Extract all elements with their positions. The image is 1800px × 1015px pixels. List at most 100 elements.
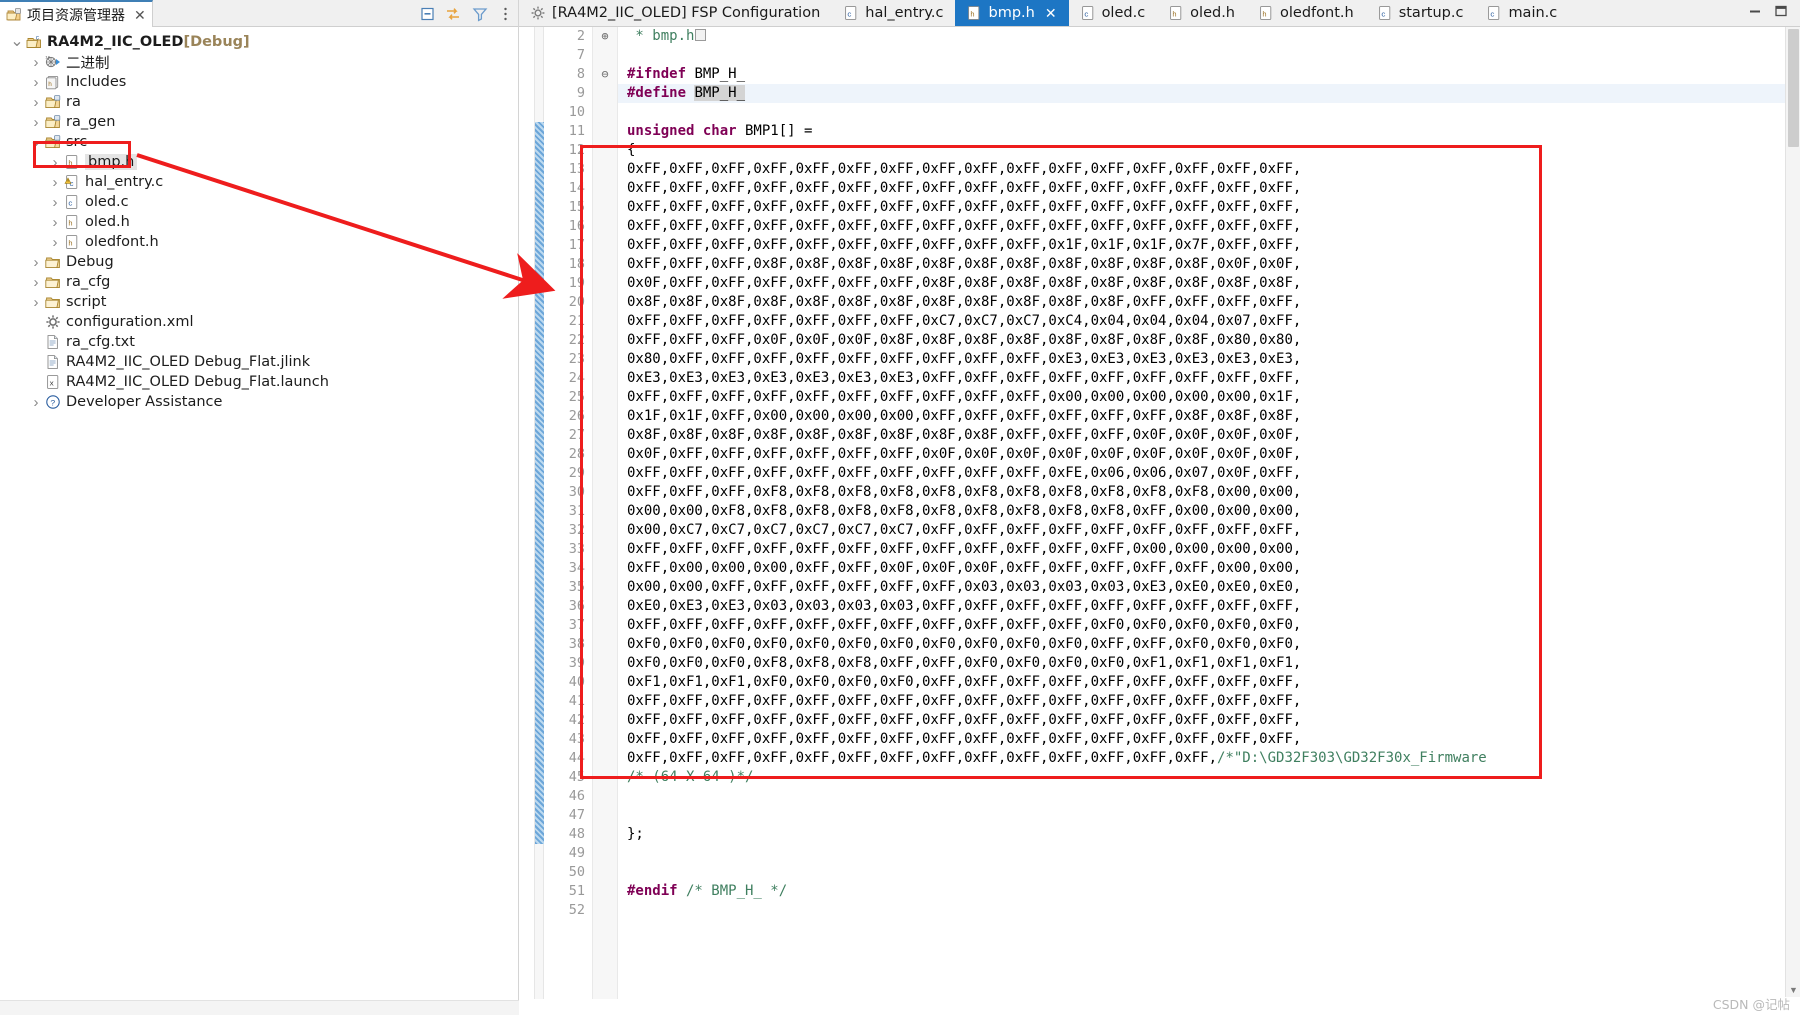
tree-item-ra-cfg[interactable]: › ra_cfg: [0, 272, 518, 292]
code-line[interactable]: [627, 806, 1800, 825]
code-line[interactable]: 0xFF,0xFF,0xFF,0xFF,0xFF,0xFF,0xFF,0xFF,…: [627, 540, 1800, 559]
chevron-right-icon[interactable]: ›: [47, 234, 63, 251]
tree-item-bmp-h[interactable]: › h bmp.h: [0, 152, 518, 172]
chevron-right-icon[interactable]: ›: [28, 54, 44, 71]
code-line[interactable]: 0xFF,0xFF,0xFF,0xFF,0xFF,0xFF,0xFF,0xFF,…: [627, 616, 1800, 635]
minimize-icon[interactable]: [1748, 4, 1762, 23]
code-line[interactable]: 0x8F,0x8F,0x8F,0x8F,0x8F,0x8F,0x8F,0x8F,…: [627, 426, 1800, 445]
editor-tabbar[interactable]: [RA4M2_IIC_OLED] FSP Configuration c hal_e…: [519, 0, 1800, 27]
code-line[interactable]: [627, 863, 1800, 882]
code-line[interactable]: 0xFF,0xFF,0xFF,0xFF,0xFF,0xFF,0xFF,0xFF,…: [627, 179, 1800, 198]
tree-item-developer-assistance[interactable]: ›? Developer Assistance: [0, 392, 518, 412]
editor-tab-oledfont-h[interactable]: h oledfont.h: [1247, 0, 1366, 26]
fold-expand-icon[interactable]: ⊕: [593, 27, 617, 46]
view-menu-icon[interactable]: [497, 5, 514, 22]
code-line[interactable]: 0xFF,0xFF,0xFF,0xFF,0xFF,0xFF,0xFF,0xFF,…: [627, 692, 1800, 711]
code-line[interactable]: 0xFF,0xFF,0xFF,0xF8,0xF8,0xF8,0xF8,0xF8,…: [627, 483, 1800, 502]
editor-tab-oled-c[interactable]: c oled.c: [1069, 0, 1158, 26]
code-line[interactable]: unsigned char BMP1[] =: [627, 122, 1800, 141]
scroll-thumb[interactable]: [1788, 29, 1799, 147]
code-line[interactable]: 0xFF,0xFF,0xFF,0xFF,0xFF,0xFF,0xFF,0xFF,…: [627, 464, 1800, 483]
chevron-right-icon[interactable]: ›: [28, 274, 44, 291]
tree-item-configuration-xml[interactable]: configuration.xml: [0, 312, 518, 332]
code-line[interactable]: };: [627, 825, 1800, 844]
code-line[interactable]: 0xE0,0xE3,0xE3,0x03,0x03,0x03,0x03,0xFF,…: [627, 597, 1800, 616]
project-tree[interactable]: ⌄ c RA4M2_IIC_OLED [Debug] › 10 二进制 › h Includes…: [0, 27, 518, 1015]
chevron-right-icon[interactable]: ›: [47, 194, 63, 211]
close-icon[interactable]: ✕: [1045, 6, 1057, 20]
code-line[interactable]: 0x00,0x00,0xFF,0xFF,0xFF,0xFF,0xFF,0xFF,…: [627, 578, 1800, 597]
code-line[interactable]: 0x0F,0xFF,0xFF,0xFF,0xFF,0xFF,0xFF,0x0F,…: [627, 445, 1800, 464]
chevron-down-icon[interactable]: ⌄: [28, 134, 44, 150]
tree-item-[interactable]: › 10 二进制: [0, 52, 518, 72]
code-line[interactable]: [627, 844, 1800, 863]
code-line[interactable]: 0xFF,0xFF,0xFF,0xFF,0xFF,0xFF,0xFF,0xFF,…: [627, 711, 1800, 730]
code-line[interactable]: #endif /* BMP_H_ */: [627, 882, 1800, 901]
code-line[interactable]: 0x00,0x00,0xF8,0xF8,0xF8,0xF8,0xF8,0xF8,…: [627, 502, 1800, 521]
code-line[interactable]: #define BMP_H_: [627, 84, 1800, 103]
tree-item-ra4m2-iic-oled-debug-flat-jlink[interactable]: RA4M2_IIC_OLED Debug_Flat.jlink: [0, 352, 518, 372]
tree-item-src[interactable]: ⌄ src: [0, 132, 518, 152]
code-line[interactable]: 0xFF,0xFF,0xFF,0xFF,0xFF,0xFF,0xFF,0xFF,…: [627, 730, 1800, 749]
code-line[interactable]: 0x8F,0x8F,0x8F,0x8F,0x8F,0x8F,0x8F,0x8F,…: [627, 293, 1800, 312]
project-explorer-hscrollbar[interactable]: [0, 1000, 519, 1015]
code-line[interactable]: 0xF1,0xF1,0xF1,0xF0,0xF0,0xF0,0xF0,0xFF,…: [627, 673, 1800, 692]
code-line[interactable]: 0xF0,0xF0,0xF0,0xF8,0xF8,0xF8,0xFF,0xFF,…: [627, 654, 1800, 673]
code-line[interactable]: 0xFF,0xFF,0xFF,0x0F,0x0F,0x0F,0x8F,0x8F,…: [627, 331, 1800, 350]
code-editor[interactable]: 2 7 8 9 10 11 12 13 14 15 16 17 18 19 20 21 22 23 24 25 26 27…: [519, 27, 1800, 1015]
close-icon[interactable]: ✕: [134, 8, 146, 22]
code-line[interactable]: [627, 46, 1800, 65]
tree-item-ra-cfg-txt[interactable]: ra_cfg.txt: [0, 332, 518, 352]
tree-item-includes[interactable]: › h Includes: [0, 72, 518, 92]
code-line[interactable]: {: [627, 141, 1800, 160]
editor-tab-ra4m2-iic-oled-fsp-configuration[interactable]: [RA4M2_IIC_OLED] FSP Configuration: [519, 0, 832, 26]
code-line[interactable]: 0xFF,0xFF,0xFF,0xFF,0xFF,0xFF,0xFF,0xFF,…: [627, 388, 1800, 407]
tree-item-ra4m2-iic-oled[interactable]: ⌄ c RA4M2_IIC_OLED [Debug]: [0, 32, 518, 52]
editor-folding-column[interactable]: ⊕ ⊖: [592, 27, 618, 1015]
code-line[interactable]: 0xE3,0xE3,0xE3,0xE3,0xE3,0xE3,0xE3,0xFF,…: [627, 369, 1800, 388]
tree-item-oled-h[interactable]: › h oled.h: [0, 212, 518, 232]
chevron-right-icon[interactable]: ›: [28, 94, 44, 111]
tree-item-script[interactable]: › script: [0, 292, 518, 312]
code-line[interactable]: 0xFF,0x00,0x00,0x00,0xFF,0xFF,0x0F,0x0F,…: [627, 559, 1800, 578]
tab-project-explorer[interactable]: 项目资源管理器 ✕: [0, 0, 153, 27]
code-line[interactable]: 0xFF,0xFF,0xFF,0xFF,0xFF,0xFF,0xFF,0xFF,…: [627, 749, 1800, 768]
code-line[interactable]: /* (64 X 64 )*/: [627, 768, 1800, 787]
editor-tab-startup-c[interactable]: c startup.c: [1366, 0, 1476, 26]
code-line[interactable]: 0x1F,0x1F,0xFF,0x00,0x00,0x00,0x00,0xFF,…: [627, 407, 1800, 426]
chevron-right-icon[interactable]: ›: [28, 254, 44, 271]
maximize-icon[interactable]: [1774, 4, 1788, 23]
filter-icon[interactable]: [471, 5, 488, 22]
tree-item-debug[interactable]: › Debug: [0, 252, 518, 272]
code-line[interactable]: * bmp.h: [627, 27, 1800, 46]
collapse-all-icon[interactable]: [419, 5, 436, 22]
code-line[interactable]: [627, 787, 1800, 806]
editor-code-area[interactable]: * bmp.h #ifndef BMP_H_ #define BMP_H_ uns…: [618, 27, 1800, 1015]
chevron-down-icon[interactable]: ⌄: [9, 34, 25, 50]
chevron-right-icon[interactable]: ›: [47, 174, 63, 191]
chevron-right-icon[interactable]: ›: [28, 394, 44, 411]
code-line[interactable]: 0x00,0xC7,0xC7,0xC7,0xC7,0xC7,0xC7,0xFF,…: [627, 521, 1800, 540]
code-line[interactable]: 0xFF,0xFF,0xFF,0x8F,0x8F,0x8F,0x8F,0x8F,…: [627, 255, 1800, 274]
tree-item-ra4m2-iic-oled-debug-flat-launch[interactable]: x RA4M2_IIC_OLED Debug_Flat.launch: [0, 372, 518, 392]
chevron-right-icon[interactable]: ›: [28, 74, 44, 91]
code-line[interactable]: 0xFF,0xFF,0xFF,0xFF,0xFF,0xFF,0xFF,0xFF,…: [627, 160, 1800, 179]
tree-item-hal-entry-c[interactable]: › c hal_entry.c: [0, 172, 518, 192]
fold-collapse-icon[interactable]: ⊖: [593, 65, 617, 84]
code-line[interactable]: [627, 103, 1800, 122]
code-line[interactable]: #ifndef BMP_H_: [627, 65, 1800, 84]
tree-item-ra-gen[interactable]: › ra_gen: [0, 112, 518, 132]
editor-tab-hal-entry-c[interactable]: c hal_entry.c: [832, 0, 955, 26]
collapsed-region-marker[interactable]: [695, 29, 707, 41]
code-line[interactable]: 0xFF,0xFF,0xFF,0xFF,0xFF,0xFF,0xFF,0xFF,…: [627, 236, 1800, 255]
tree-item-oledfont-h[interactable]: › h oledfont.h: [0, 232, 518, 252]
editor-vscrollbar[interactable]: ▲ ▼: [1785, 27, 1800, 997]
code-line[interactable]: 0xFF,0xFF,0xFF,0xFF,0xFF,0xFF,0xFF,0xFF,…: [627, 198, 1800, 217]
tree-item-oled-c[interactable]: › c oled.c: [0, 192, 518, 212]
editor-marker-column[interactable]: [519, 27, 535, 1015]
code-line[interactable]: 0x80,0xFF,0xFF,0xFF,0xFF,0xFF,0xFF,0xFF,…: [627, 350, 1800, 369]
chevron-right-icon[interactable]: ›: [47, 214, 63, 231]
code-line[interactable]: [627, 901, 1800, 920]
code-line[interactable]: 0xFF,0xFF,0xFF,0xFF,0xFF,0xFF,0xFF,0xFF,…: [627, 217, 1800, 236]
chevron-right-icon[interactable]: ›: [28, 114, 44, 131]
